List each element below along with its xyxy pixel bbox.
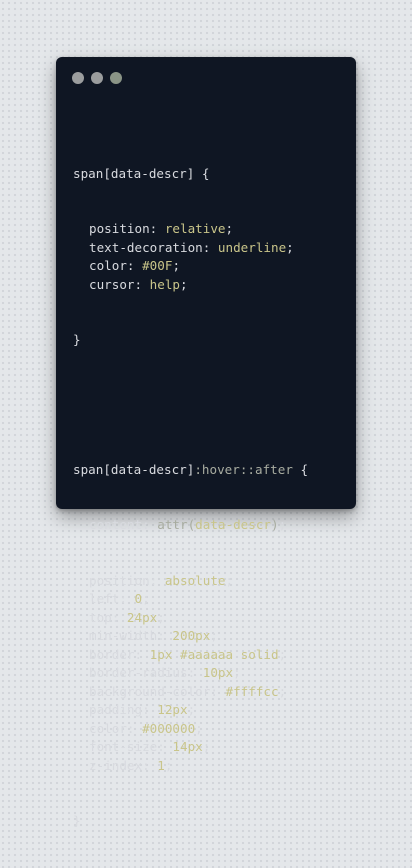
property-value: absolute — [164, 572, 226, 588]
rule1-selector: span[data-descr] — [73, 165, 195, 181]
rule2-content-line: content: attr(data-descr); — [89, 517, 287, 532]
property-value: 10px — [202, 665, 234, 680]
rule1-declaration: cursor: help; — [89, 276, 188, 292]
property-name: background-color — [89, 683, 211, 699]
property-name: color — [89, 720, 127, 736]
rule2-declaration: font-size: 14px; — [89, 739, 211, 754]
rule2-declaration: position: absolute; — [89, 572, 234, 588]
code-window: span[data-descr] { position: relative; te… — [56, 57, 356, 828]
rule2-declaration: border: 1px #aaaaaa solid; — [89, 646, 287, 662]
rule2-declaration: min-width: 200px; — [89, 628, 218, 643]
close-dot-icon[interactable] — [72, 72, 84, 84]
property-name: padding — [89, 702, 143, 717]
content-close: ) — [271, 517, 279, 532]
rule2-declarations: position: absolute; left: 0; top: 24px; min… — [73, 572, 308, 776]
rule2-close-line: } — [73, 812, 308, 831]
property-value: underline — [217, 239, 287, 255]
content-prop: content — [89, 517, 143, 532]
rule1-selector-line: span[data-descr] { — [73, 165, 308, 184]
window-controls — [72, 72, 122, 84]
rule2-declaration: background-color: #ffffcc; — [89, 683, 287, 699]
property-value: 12px — [157, 702, 188, 717]
property-name: top — [89, 609, 112, 625]
property-name: min-width — [89, 628, 158, 643]
content-fn: attr( — [157, 517, 196, 532]
property-value: #000000 — [142, 720, 196, 736]
rule2-declaration: z-index: 1; — [89, 757, 173, 773]
rule1-close-line: } — [73, 331, 308, 350]
property-name: cursor — [89, 276, 135, 292]
rule1-declaration: color: #00F; — [89, 258, 181, 273]
property-name: left — [89, 591, 120, 606]
rule1-close-brace: } — [73, 332, 81, 347]
property-name: position — [89, 572, 150, 588]
property-value: 1px #aaaaaa solid — [149, 646, 279, 662]
rule2-selector-line: span[data-descr]:hover::after { — [73, 461, 308, 480]
maximize-dot-icon[interactable] — [110, 72, 122, 84]
property-value: relative — [164, 221, 226, 236]
property-value: #ffffcc — [225, 683, 279, 699]
rule2-declaration: top: 24px; — [89, 609, 165, 625]
code-block: span[data-descr] { position: relative; te… — [73, 109, 308, 868]
property-name: border — [89, 646, 135, 662]
rule1-open-brace: { — [194, 165, 210, 181]
content-arg: data-descr — [195, 517, 271, 532]
rule2-close-brace: } — [73, 813, 81, 828]
property-name: font-size — [89, 739, 158, 754]
property-value: #00F — [142, 258, 173, 273]
property-name: border-radius — [89, 665, 188, 680]
rule2-open-brace: { — [292, 461, 309, 477]
rule2-declaration: color: #000000; — [89, 720, 203, 736]
property-value: 14px — [172, 739, 203, 754]
property-name: color — [89, 258, 127, 273]
property-value: 0 — [134, 591, 143, 606]
property-value: 200px — [172, 628, 211, 643]
rule1-declaration: text-decoration: underline; — [89, 239, 294, 255]
property-value: help — [149, 276, 181, 292]
minimize-dot-icon[interactable] — [91, 72, 103, 84]
rule1-declarations: position: relative; text-decoration: unde… — [73, 220, 308, 294]
property-value: 24px — [126, 609, 158, 625]
property-name: text-decoration — [89, 239, 203, 255]
property-name: position — [89, 221, 150, 236]
rule2-pseudo: :hover::after — [194, 461, 293, 477]
rule1-declaration: position: relative; — [89, 221, 234, 236]
rule2-declaration: border-radius: 10px; — [89, 665, 241, 680]
rule2-declaration: padding: 12px; — [89, 702, 196, 717]
property-value: 1 — [157, 757, 165, 773]
rule2-selector: span[data-descr] — [73, 461, 195, 477]
rule2-declaration: left: 0; — [89, 591, 150, 606]
property-name: z-index — [89, 757, 143, 773]
